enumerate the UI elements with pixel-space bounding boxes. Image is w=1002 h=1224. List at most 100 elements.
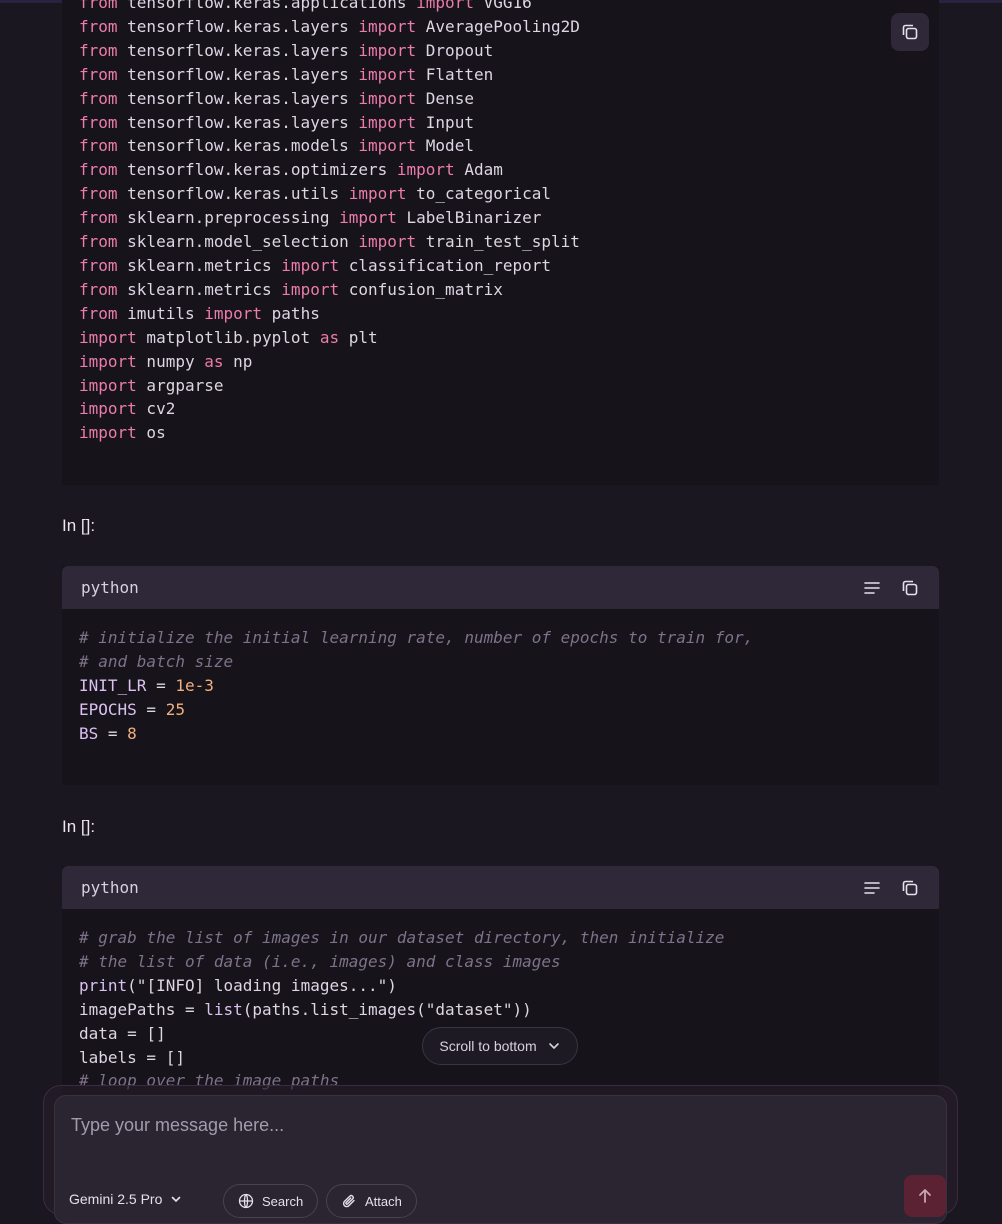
code-token: cv2 (136, 399, 176, 419)
code-token: tensorflow.keras.applications (117, 0, 417, 12)
code-line: BS = 8 (79, 722, 939, 746)
code-line: from tensorflow.keras.layers import Aver… (79, 15, 580, 39)
code-token: train_test_split (416, 232, 580, 252)
code-token: paths (262, 303, 320, 323)
code-token: = [] (136, 1047, 185, 1067)
code-token: import (358, 136, 417, 156)
code-token: Dense (416, 88, 474, 108)
code-line: from sklearn.preprocessing import LabelB… (79, 206, 580, 230)
code-line: INIT_LR = 1e-3 (79, 674, 939, 698)
code-line: from tensorflow.keras.optimizers import … (79, 158, 580, 182)
arrow-up-icon (919, 1189, 931, 1203)
code-token: tensorflow.keras.optimizers (117, 160, 397, 180)
cell-label: In []: (62, 516, 96, 535)
code-token: # initialize the initial learning rate, … (79, 628, 754, 647)
code-header: python (62, 566, 939, 609)
message-input[interactable] (69, 1114, 853, 1137)
code-line: from imutils import paths (79, 302, 580, 326)
code-token: from (79, 40, 118, 60)
wrap-lines-button[interactable] (860, 576, 884, 600)
scroll-to-bottom-label: Scroll to bottom (439, 1038, 537, 1054)
model-selector[interactable]: Gemini 2.5 Pro (69, 1191, 182, 1207)
code-line: # grab the list of images in our dataset… (79, 926, 939, 950)
code-token: import (358, 16, 417, 36)
code-token: import (416, 0, 474, 12)
code-line: # and batch size (79, 650, 939, 674)
code-token: tensorflow.keras.layers (117, 16, 359, 36)
scroll-to-bottom-button[interactable]: Scroll to bottom (422, 1027, 578, 1065)
code-token: sklearn.metrics (117, 279, 282, 299)
code-line: # initialize the initial learning rate, … (79, 626, 939, 650)
code-block-imports: from tensorflow.keras.applications impor… (62, 0, 939, 485)
code-token: 1e-3 (175, 675, 214, 695)
model-name: Gemini 2.5 Pro (69, 1191, 163, 1207)
globe-icon (238, 1193, 254, 1209)
code-line: imagePaths = list(paths.list_images("dat… (79, 998, 939, 1022)
chevron-down-icon (548, 1043, 559, 1049)
code-token: from (79, 232, 118, 252)
code-line: print("[INFO] loading images...") (79, 974, 939, 998)
copy-code-button[interactable] (898, 876, 922, 900)
code-token: import (396, 160, 455, 180)
wrap-lines-icon (864, 882, 880, 894)
code-token: tensorflow.keras.layers (117, 64, 359, 84)
code-token: tensorflow.keras.models (117, 136, 359, 156)
code-token: import (358, 88, 417, 108)
code-token: Adam (454, 160, 503, 180)
wrap-lines-button[interactable] (860, 876, 884, 900)
attach-button[interactable]: Attach (326, 1184, 417, 1218)
code-token: 25 (165, 699, 185, 719)
send-button[interactable] (904, 1175, 946, 1217)
copy-icon (902, 24, 918, 40)
code-token: BS (79, 723, 99, 743)
code-token: tensorflow.keras.layers (117, 88, 359, 108)
copy-code-button[interactable] (891, 13, 929, 51)
code-token: EPOCHS (79, 699, 137, 719)
code-token: = (98, 723, 128, 743)
code-token: AveragePooling2D (416, 16, 580, 36)
search-label: Search (262, 1193, 304, 1209)
code-token: sklearn.model_selection (117, 232, 359, 252)
code-token: data (79, 1023, 118, 1043)
code-token: Flatten (416, 64, 494, 84)
wrap-lines-icon (864, 582, 880, 594)
code-token: = [] (117, 1023, 166, 1043)
code-token: import (339, 208, 397, 228)
code-token: classification_report (339, 255, 552, 275)
search-toggle-button[interactable]: Search (223, 1184, 319, 1218)
code-line: import cv2 (79, 397, 580, 421)
code-token: confusion_matrix (339, 279, 503, 299)
code-token: import (358, 40, 417, 60)
code-token: LabelBinarizer (396, 208, 542, 228)
code-token: os (136, 423, 166, 443)
code-token: np (223, 351, 253, 371)
code-token: imagePaths (79, 999, 176, 1019)
code-line: from tensorflow.keras.models import Mode… (79, 134, 580, 158)
code-token: from (79, 16, 118, 36)
code-line: # the list of data (i.e., images) and cl… (79, 950, 939, 974)
code-line: import matplotlib.pyplot as plt (79, 326, 580, 350)
code-token: sklearn.metrics (117, 255, 282, 275)
attach-label: Attach (365, 1193, 402, 1209)
code-token: import (204, 303, 263, 323)
code-token: sklearn.preprocessing (117, 208, 340, 228)
code-token: = (136, 699, 166, 719)
code-token: = (146, 675, 176, 695)
copy-code-button[interactable] (898, 576, 922, 600)
code-content: # grab the list of images in our dataset… (62, 909, 939, 1093)
code-token: from (79, 160, 118, 180)
code-token: imutils (117, 303, 205, 323)
chevron-down-icon (172, 1196, 181, 1203)
code-token: import (348, 184, 407, 204)
code-token: from (79, 112, 118, 132)
code-language: python (81, 878, 139, 897)
code-token: matplotlib.pyplot (136, 327, 320, 347)
code-token: import (79, 423, 137, 443)
code-token: tensorflow.keras.layers (117, 40, 359, 60)
code-token: ("[INFO] loading images...") (127, 975, 397, 995)
paperclip-icon (342, 1194, 355, 1208)
code-line: import numpy as np (79, 350, 580, 374)
code-line: from sklearn.metrics import classificati… (79, 254, 580, 278)
code-token: from (79, 279, 118, 299)
code-line: EPOCHS = 25 (79, 698, 939, 722)
